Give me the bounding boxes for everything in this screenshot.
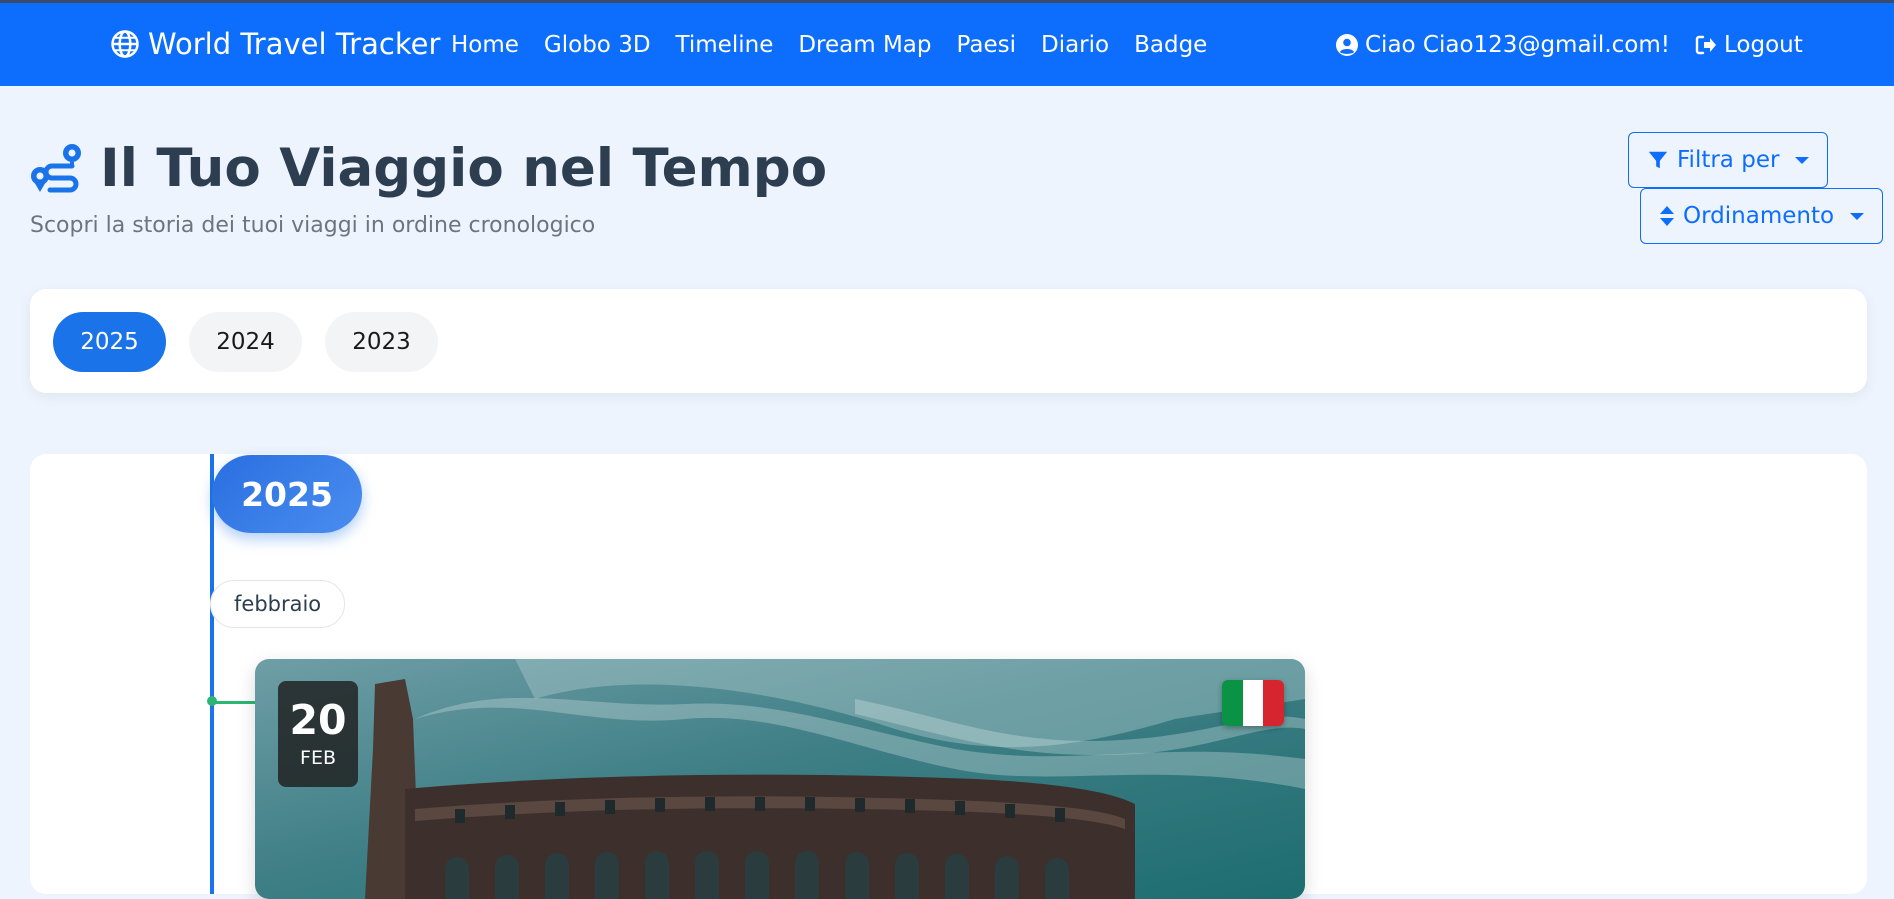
nav-link-globo-3d[interactable]: Globo 3D xyxy=(544,32,651,58)
user-circle-icon xyxy=(1336,34,1358,56)
nav-link-diario[interactable]: Diario xyxy=(1041,32,1109,58)
year-tab-2024[interactable]: 2024 xyxy=(189,312,302,372)
sort-dropdown-button[interactable]: Ordinamento xyxy=(1640,188,1884,244)
logout-link[interactable]: Logout xyxy=(1694,32,1803,58)
timeline-connector xyxy=(214,701,256,704)
user-profile-link[interactable]: Ciao Ciao123@gmail.com! xyxy=(1335,32,1670,58)
chevron-down-icon xyxy=(1795,156,1810,164)
route-icon xyxy=(31,143,81,192)
year-tab-2023[interactable]: 2023 xyxy=(325,312,438,372)
sort-label: Ordinamento xyxy=(1683,203,1835,229)
nav-link-home[interactable]: Home xyxy=(451,32,519,58)
italy-flag-icon xyxy=(1222,680,1284,726)
year-filter-bar: 2025 2024 2023 xyxy=(30,289,1867,393)
user-greeting: Ciao Ciao123@gmail.com! xyxy=(1365,32,1670,58)
timeline-year-badge: 2025 xyxy=(212,455,362,533)
navbar: World Travel Tracker Home Globo 3D Timel… xyxy=(0,0,1894,86)
page-header: Il Tuo Viaggio nel Tempo Scopri la stori… xyxy=(30,138,827,238)
user-area: Ciao Ciao123@gmail.com! Logout xyxy=(1335,32,1803,58)
chevron-down-icon xyxy=(1850,212,1865,220)
year-tab-2025[interactable]: 2025 xyxy=(53,312,166,372)
filter-label: Filtra per xyxy=(1677,147,1780,173)
trip-day: 20 xyxy=(289,695,347,744)
logout-label: Logout xyxy=(1723,32,1803,58)
nav-link-dream-map[interactable]: Dream Map xyxy=(798,32,931,58)
trip-card[interactable] xyxy=(255,659,1305,899)
sort-icon xyxy=(1660,206,1674,226)
page-subtitle: Scopri la storia dei tuoi viaggi in ordi… xyxy=(30,213,596,238)
logout-icon xyxy=(1695,35,1716,55)
colosseum-photo xyxy=(255,659,1305,899)
timeline-line xyxy=(210,454,214,894)
nav-link-paesi[interactable]: Paesi xyxy=(957,32,1016,58)
brand-link[interactable]: World Travel Tracker xyxy=(110,27,440,61)
nav-link-badge[interactable]: Badge xyxy=(1134,32,1207,58)
trip-month: FEB xyxy=(300,746,336,769)
nav-link-timeline[interactable]: Timeline xyxy=(676,32,774,58)
nav-links: Home Globo 3D Timeline Dream Map Paesi D… xyxy=(451,32,1232,58)
filter-icon xyxy=(1648,151,1668,169)
filter-dropdown-button[interactable]: Filtra per xyxy=(1628,132,1829,188)
timeline-month-label: febbraio xyxy=(210,580,346,628)
page-title: Il Tuo Viaggio nel Tempo xyxy=(30,138,827,199)
brand-label: World Travel Tracker xyxy=(148,27,441,61)
page-title-text: Il Tuo Viaggio nel Tempo xyxy=(100,138,828,199)
trip-date-badge: 20 FEB xyxy=(278,681,358,787)
globe-icon xyxy=(111,30,139,58)
